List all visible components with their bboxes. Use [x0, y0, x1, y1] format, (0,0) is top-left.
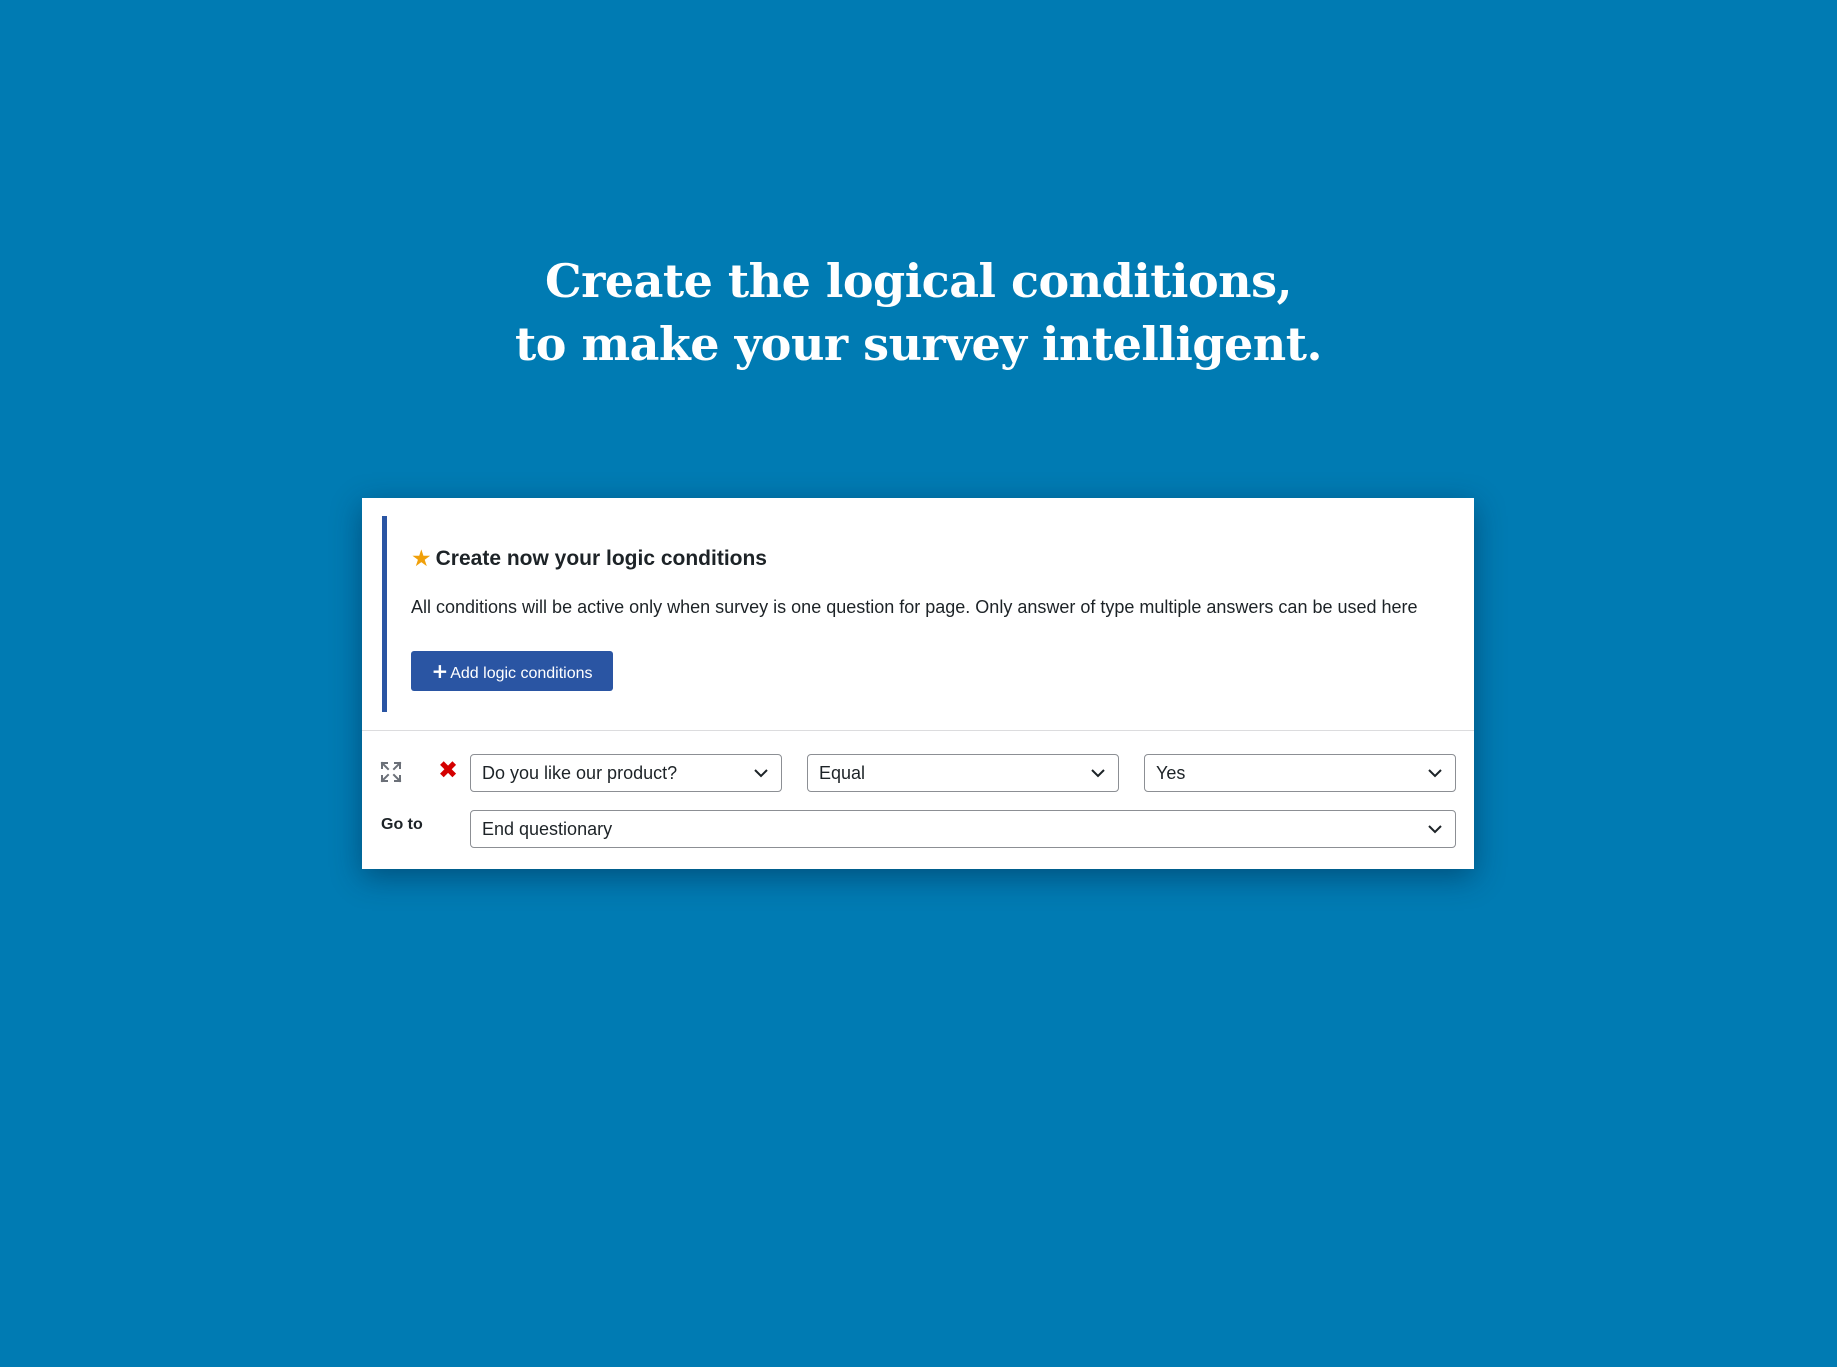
notice-title: ★ Create now your logic conditions [411, 546, 767, 572]
notice-box: ★ Create now your logic conditions All co… [382, 516, 1459, 712]
chevron-down-icon [754, 769, 768, 778]
remove-icon[interactable]: ✖ [438, 756, 458, 784]
logic-conditions-panel: ★ Create now your logic conditions All co… [362, 498, 1474, 869]
chevron-down-icon [1428, 769, 1442, 778]
answer-select-value: Yes [1156, 763, 1186, 783]
operator-select-value: Equal [819, 763, 866, 783]
question-select[interactable]: Do you like our product? [470, 754, 782, 792]
goto-select-value: End questionary [482, 819, 613, 839]
star-icon: ★ [411, 546, 432, 572]
add-logic-conditions-button[interactable]: + Add logic conditions [411, 651, 613, 691]
expand-icon[interactable] [380, 761, 402, 783]
operator-select[interactable]: Equal [807, 754, 1119, 792]
divider [362, 730, 1474, 731]
plus-icon: + [431, 659, 449, 683]
hero-heading: Create the logical conditions, to make y… [0, 250, 1837, 376]
question-select-value: Do you like our product? [482, 763, 678, 783]
chevron-down-icon [1091, 769, 1105, 778]
chevron-down-icon [1428, 825, 1442, 834]
hero-line-1: Create the logical conditions, [544, 254, 1293, 308]
goto-label: Go to [381, 816, 423, 833]
answer-select[interactable]: Yes [1144, 754, 1456, 792]
notice-description: All conditions will be active only when … [411, 597, 1418, 617]
goto-select[interactable]: End questionary [470, 810, 1456, 848]
hero-line-2: to make your survey intelligent. [515, 317, 1323, 371]
add-button-label: Add logic conditions [450, 665, 593, 682]
notice-title-text: Create now your logic conditions [435, 547, 767, 570]
